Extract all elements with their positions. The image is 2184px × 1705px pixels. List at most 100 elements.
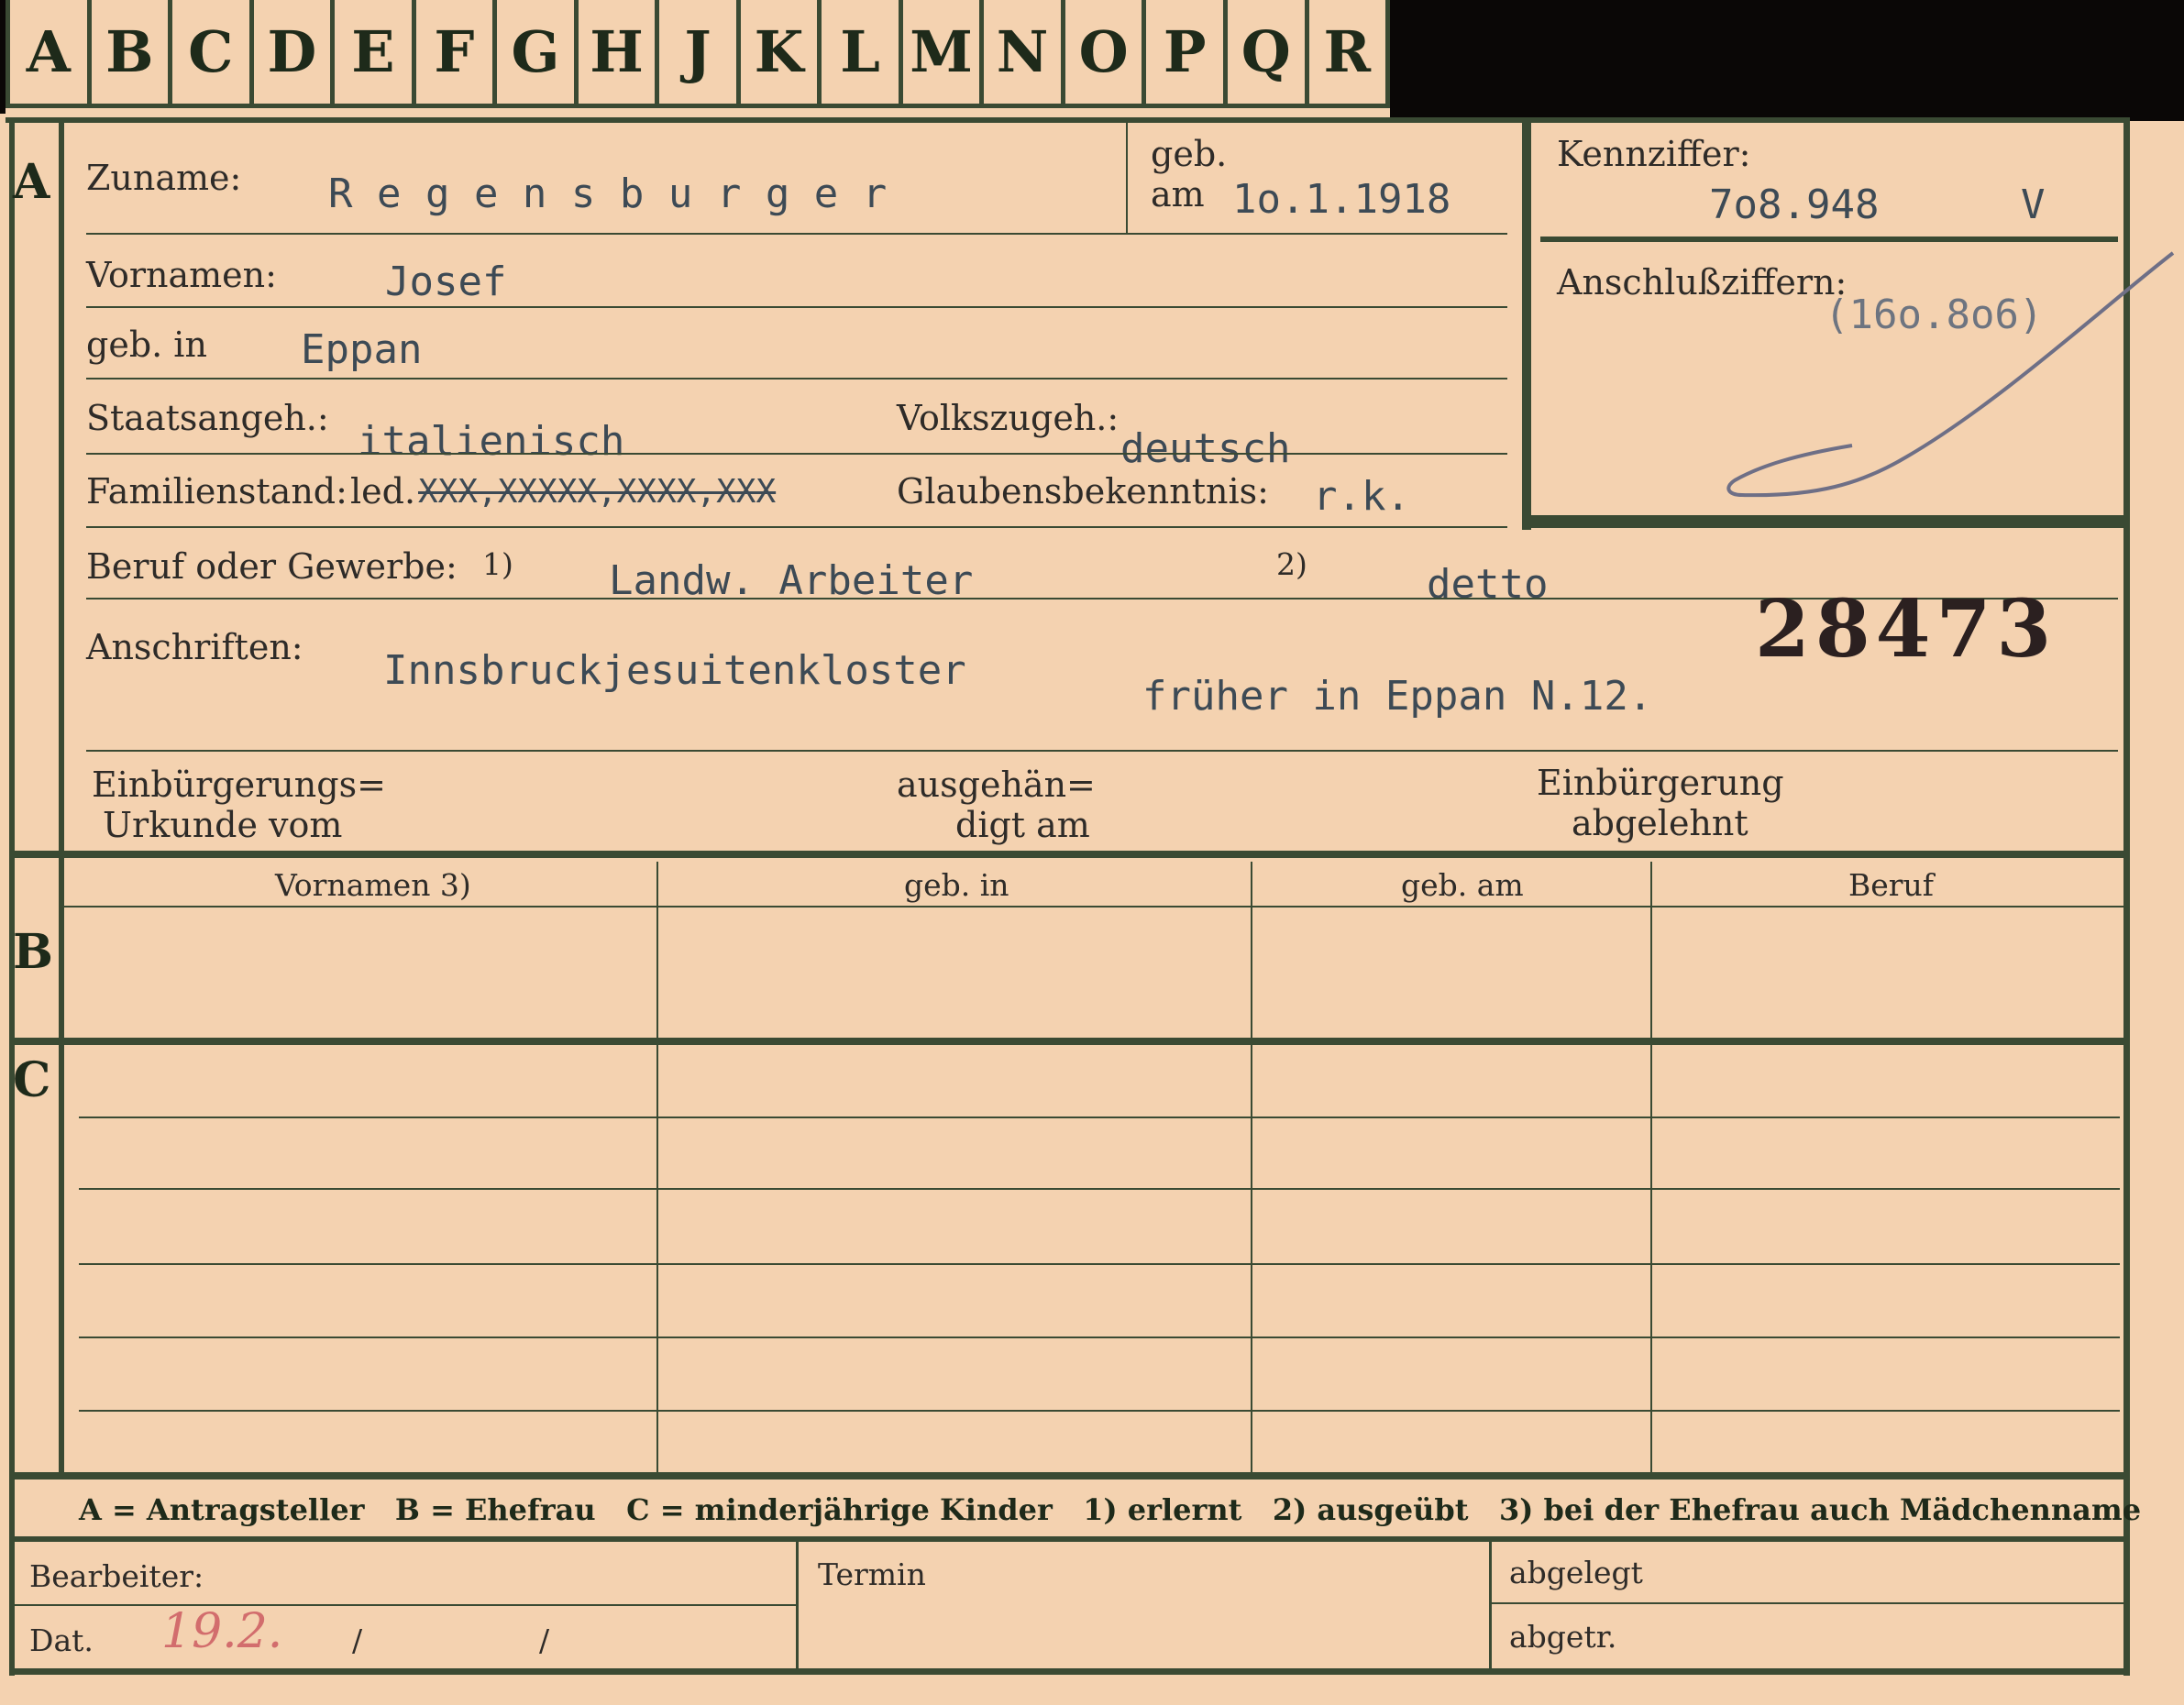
column-header-firstname: Vornamen 3) [275, 867, 471, 903]
surname-label: Zuname: [86, 158, 242, 198]
marital-label: Familienstand: [86, 471, 347, 512]
alphabet-tab[interactable]: L [822, 0, 903, 108]
kennziffer-suffix: V [2021, 182, 2046, 228]
naturalization-label-1: Einbürgerungs= [92, 764, 386, 805]
rejected-label-1: Einbürgerung [1537, 763, 1784, 803]
address-2-value: früher in Eppan N.12. [1142, 673, 1653, 720]
section-c-row-rule [79, 1263, 2120, 1265]
naturalization-label-2: Urkunde vom [103, 805, 343, 845]
dat-slash-1: / [352, 1622, 363, 1658]
alphabet-tab[interactable]: P [1146, 0, 1228, 108]
kennziffer-value: 7o8.948 [1709, 182, 1880, 228]
frame-left-line [9, 117, 15, 1676]
citizenship-rule [86, 453, 1507, 455]
alphabet-tab[interactable]: D [253, 0, 336, 108]
stamped-number: 28473 [1755, 583, 2057, 676]
ethnicity-value: deutsch [1120, 425, 1291, 472]
alphabet-tab[interactable]: H [578, 0, 660, 108]
alphabet-tab[interactable]: K [740, 0, 822, 108]
section-c-row-rule [79, 1188, 2120, 1190]
section-a-bottom-line [9, 851, 2130, 858]
citizenship-value: italienisch [358, 418, 625, 465]
firstname-value: Josef [385, 258, 507, 305]
occupation-note-2: 2) [1276, 546, 1307, 582]
frame-bottom-line [9, 1668, 2130, 1675]
registration-card: A B C D E F G H J K L M N O P Q R A Zuna… [0, 0, 2184, 1705]
marital-struck-value: XXX,XXXXX,XXXX,XXX [418, 473, 777, 511]
abgelegt-rule [1491, 1602, 2123, 1604]
frame-top-line [6, 117, 2129, 123]
surname-rule [86, 233, 1507, 235]
table-column-divider [656, 862, 658, 1472]
bearbeiter-rule [15, 1604, 796, 1606]
section-a-letter: A [13, 154, 50, 210]
marital-prefix: led. [350, 471, 416, 512]
alphabet-tab[interactable]: J [659, 0, 741, 108]
kennziffer-divider [1540, 236, 2118, 242]
dat-slash-2: / [539, 1622, 550, 1658]
table-column-divider [1650, 862, 1652, 1472]
alphabet-tab[interactable]: E [335, 0, 416, 108]
column-header-birthplace: geb. in [904, 867, 1009, 903]
ethnicity-label: Volkszugeh.: [897, 398, 1120, 438]
section-c-row-rule [79, 1116, 2120, 1118]
firstname-rule [86, 306, 1507, 308]
birthplace-value: Eppan [301, 326, 423, 373]
section-b-letter: B [13, 924, 53, 980]
table-column-divider [1251, 862, 1252, 1472]
marital-rule [86, 526, 1507, 528]
born-divider [1126, 123, 1128, 233]
kennziffer-box-bottom [1522, 515, 2123, 528]
section-column-divider [59, 123, 64, 1472]
born-label-1: geb. [1151, 134, 1228, 174]
birthplace-rule [86, 378, 1507, 380]
column-header-occupation: Beruf [1848, 867, 1935, 903]
occupation-2-value: detto [1427, 561, 1549, 608]
alphabet-tab[interactable]: O [1064, 0, 1147, 108]
address-label: Anschriften: [86, 627, 303, 667]
section-c-letter: C [13, 1052, 51, 1108]
legend-text: A = Antragsteller B = Ehefrau C = minder… [79, 1492, 2142, 1527]
address-rule [86, 750, 2118, 752]
alphabet-tab[interactable]: A [6, 0, 92, 108]
footer-divider-1 [796, 1542, 799, 1670]
legend-bottom-line [9, 1536, 2130, 1542]
religion-value: r.k. [1313, 473, 1410, 520]
firstname-label: Vornamen: [86, 255, 277, 295]
birthplace-label: geb. in [86, 324, 207, 365]
bearbeiter-label: Bearbeiter: [29, 1558, 204, 1594]
alphabet-tab[interactable]: N [984, 0, 1065, 108]
occupation-label: Beruf oder Gewerbe: [86, 546, 458, 587]
alphabet-tab[interactable]: G [497, 0, 579, 108]
section-c-row-rule [79, 1336, 2120, 1338]
section-b-header-rule [64, 906, 2123, 908]
occupation-note-1: 1) [482, 546, 513, 582]
handed-label-2: digt am [955, 805, 1090, 845]
alphabet-tab[interactable]: B [91, 0, 173, 108]
dat-handwritten-value: 19.2. [161, 1604, 283, 1659]
abgelegt-label: abgelegt [1509, 1555, 1643, 1590]
section-c-bottom-line [9, 1472, 2130, 1480]
address-1-value: Innsbruckjesuitenkloster [383, 647, 966, 694]
section-b-bottom-line [9, 1038, 2130, 1045]
alphabet-tab[interactable]: R [1308, 0, 1391, 108]
dat-label: Dat. [29, 1622, 94, 1658]
alphabet-tab[interactable]: Q [1227, 0, 1309, 108]
alphabet-tab[interactable]: C [172, 0, 254, 108]
abgetr-label: abgetr. [1509, 1619, 1617, 1655]
pencil-check-mark [1726, 251, 2175, 498]
citizenship-label: Staatsangeh.: [86, 398, 329, 438]
section-c-row-rule [79, 1410, 2120, 1412]
born-date-value: 1o.1.1918 [1232, 176, 1451, 223]
surname-value: R e g e n s b u r g e r [328, 170, 888, 217]
termin-label: Termin [818, 1556, 926, 1592]
rejected-label-2: abgelehnt [1572, 803, 1748, 843]
born-label-2: am [1151, 174, 1205, 214]
footer-divider-2 [1489, 1542, 1492, 1670]
alphabet-tab-strip: A B C D E F G H J K L M N O P Q R [6, 0, 1391, 114]
alphabet-tab[interactable]: M [902, 0, 985, 108]
religion-label: Glaubensbekenntnis: [897, 471, 1269, 512]
handed-label-1: ausgehän= [897, 764, 1096, 805]
alphabet-tab[interactable]: F [415, 0, 498, 108]
column-header-birthdate: geb. am [1401, 867, 1524, 903]
